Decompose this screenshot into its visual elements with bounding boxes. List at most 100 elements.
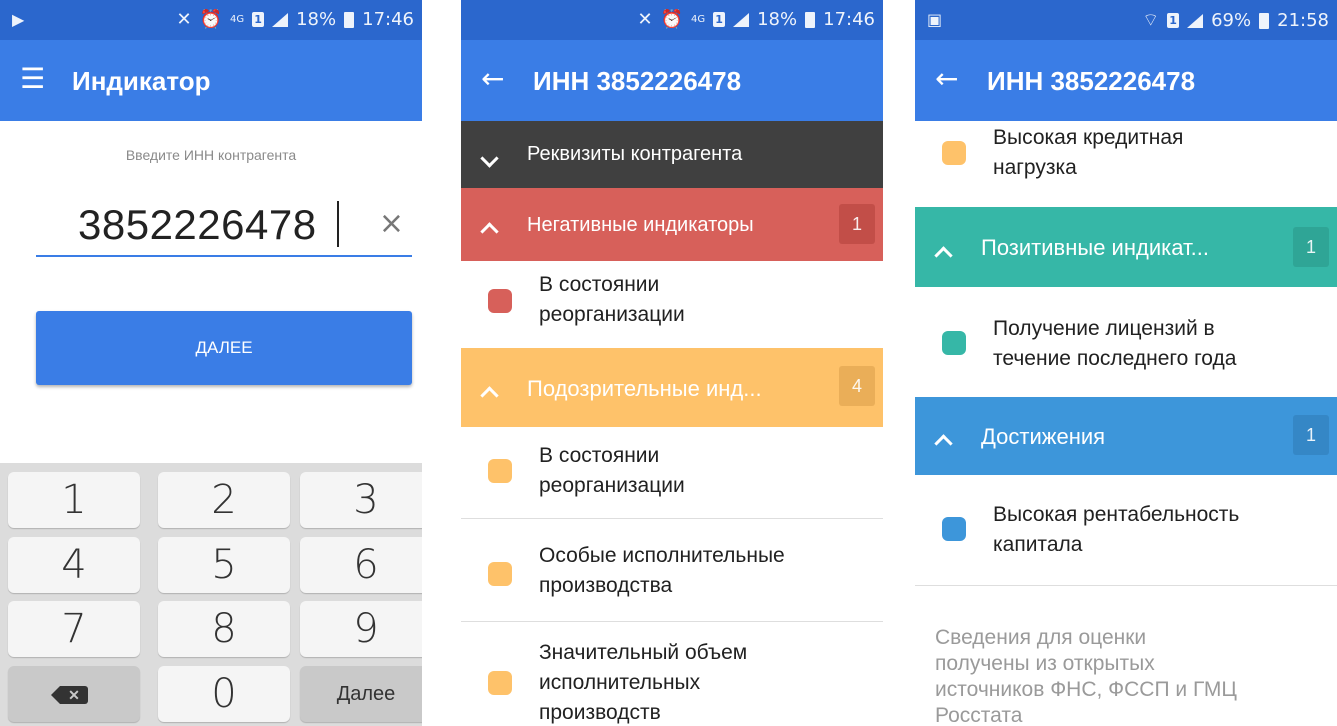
suspicious-marker [488,671,512,695]
section-suspicious[interactable]: Подозрительные инд... 4 [461,348,883,427]
negative-marker [488,289,512,313]
suspicious-marker [942,141,966,165]
item-text: Значительный объем исполнительных произв… [539,641,748,724]
alarm-icon: ⏰ [199,9,222,30]
key-8[interactable]: 8 [158,601,290,657]
positive-marker [942,331,966,355]
alarm-icon: ⏰ [660,9,683,30]
section-positive[interactable]: Позитивные индикат... 1 [915,207,1337,287]
key-2[interactable]: 2 [158,472,290,528]
status-bar: ✕ ⏰ 4G 1 18% 17:46 [461,0,883,40]
item-text: Высокая рентабельность капитала [993,503,1240,556]
section-label: Негативные индикаторы [527,214,754,236]
next-button[interactable]: ДАЛЕЕ [36,311,412,385]
suspicious-marker [488,562,512,586]
app-bar: ← ИНН 3852226478 [915,40,1337,121]
back-arrow-icon[interactable]: ← [481,64,504,94]
list-item: В состоянии реорганизации [461,261,883,349]
chevron-down-icon [480,145,499,171]
backspace-icon: ✕ [51,685,88,704]
status-bar: ▶ ✕ ⏰ 4G 1 18% 17:46 [0,0,422,40]
key-1[interactable]: 1 [8,472,140,528]
signal-icon [272,12,289,27]
battery-percent: 18% [296,9,337,30]
suspicious-marker [488,459,512,483]
count-badge: 1 [1293,415,1329,455]
section-label: Позитивные индикат... [981,235,1209,260]
play-icon: ▶ [12,10,25,29]
list-item: Значительный объем исполнительных произв… [461,621,883,726]
app-bar: ← ИНН 3852226478 [461,40,883,121]
key-7[interactable]: 7 [8,601,140,657]
app-bar: ☰ Индикатор [0,40,422,121]
network-4g-badge: 4G [229,14,245,25]
chevron-up-icon [480,382,499,408]
item-text: Получение лицензий в течение последнего … [993,317,1237,370]
item-text: В состоянии реорганизации [539,273,685,326]
source-footnote: Сведения для оценки получены из открытых… [935,626,1237,726]
count-badge: 4 [839,366,875,406]
item-text: В состоянии реорганизации [539,444,685,497]
back-arrow-icon[interactable]: ← [935,64,958,94]
battery-icon [805,11,816,28]
screen-inn-report-negative: ✕ ⏰ 4G 1 18% 17:46 ← ИНН 3852226478 Рекв… [461,0,883,726]
menu-icon[interactable]: ☰ [20,64,45,94]
sim-icon: 1 [252,12,265,27]
list-item: Получение лицензий в течение последнего … [915,287,1337,398]
key-9[interactable]: 9 [300,601,422,657]
key-3[interactable]: 3 [300,472,422,528]
inn-hint: Введите ИНН контрагента [125,147,297,163]
clear-icon[interactable]: × [379,209,404,239]
signal-icon [733,12,750,27]
signal-icon [1187,13,1204,28]
chevron-up-icon [934,242,953,268]
section-negative[interactable]: Негативные индикаторы 1 [461,188,883,261]
item-text: Особые исполнительные производства [539,544,785,597]
screen-indicator-input: ▶ ✕ ⏰ 4G 1 18% 17:46 ☰ Индикатор Введите… [0,0,422,726]
mute-icon: ✕ [176,9,192,30]
item-text: Высокая кредитная нагрузка [993,126,1184,179]
key-4[interactable]: 4 [8,537,140,593]
backspace-key[interactable]: ✕ [8,666,140,722]
section-label: Достижения [981,424,1106,449]
sim-icon: 1 [713,12,726,27]
battery-icon [344,11,355,28]
numeric-keyboard: 1 2 3 4 5 6 7 8 9 ✕ 0 Далее [0,463,422,726]
key-6[interactable]: 6 [300,537,422,593]
inn-input-value: 3852226478 [78,201,317,248]
page-title: ИНН 3852226478 [533,66,742,96]
achievement-marker [942,517,966,541]
battery-percent: 18% [757,9,798,30]
count-badge: 1 [1293,227,1329,267]
status-time: 17:46 [823,9,875,30]
chevron-up-icon [934,430,953,456]
count-badge: 1 [839,204,875,244]
text-cursor [337,201,339,247]
chevron-up-icon [480,218,499,244]
section-label: Подозрительные инд... [527,376,762,401]
section-details[interactable]: Реквизиты контрагента [461,121,883,188]
screenshot-icon: ▣ [927,10,943,29]
status-time: 17:46 [362,9,414,30]
list-item: В состоянии реорганизации [461,427,883,519]
status-time: 21:58 [1277,10,1329,31]
list-item: Особые исполнительные производства [461,518,883,622]
wifi-icon: ⌔ [1142,10,1160,31]
keyboard-next-key[interactable]: Далее [300,666,422,722]
status-bar: ▣ ⌔ 1 69% 21:58 [915,0,1337,40]
page-title: ИНН 3852226478 [987,66,1196,96]
key-0[interactable]: 0 [158,666,290,722]
battery-icon [1259,12,1270,29]
inn-input[interactable]: 3852226478 × [36,193,412,257]
key-5[interactable]: 5 [158,537,290,593]
screen-inn-report-positive: ▣ ⌔ 1 69% 21:58 ← ИНН 3852226478 Высокая… [915,0,1337,726]
mute-icon: ✕ [637,9,653,30]
sim-icon: 1 [1167,13,1180,28]
network-4g-badge: 4G [690,14,706,25]
list-item: Высокая кредитная нагрузка [915,121,1337,207]
list-item: Высокая рентабельность капитала [915,475,1337,586]
page-title: Индикатор [72,66,211,96]
section-label: Реквизиты контрагента [527,143,743,165]
section-achievements[interactable]: Достижения 1 [915,397,1337,475]
battery-percent: 69% [1211,10,1252,31]
